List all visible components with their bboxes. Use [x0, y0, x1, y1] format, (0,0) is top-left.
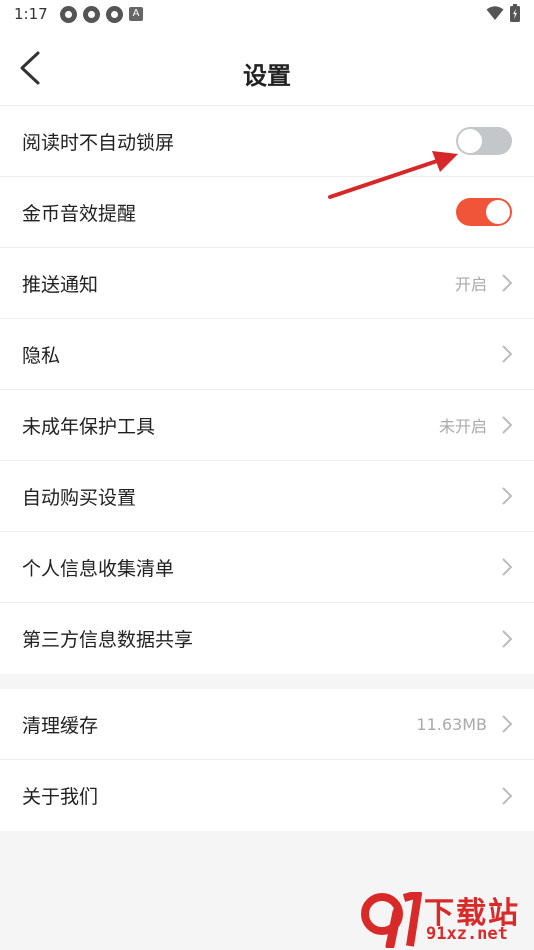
setting-row-third-party-sharing[interactable]: 第三方信息数据共享: [0, 603, 534, 674]
settings-group-main: 阅读时不自动锁屏 金币音效提醒 推送通知 开启 隐私 未成年保护工具 未开启 自…: [0, 106, 534, 674]
app-notification-icon: [60, 6, 77, 23]
chevron-right-icon: [502, 345, 513, 363]
setting-label: 第三方信息数据共享: [22, 629, 194, 651]
cache-size-value: 11.63MB: [416, 714, 487, 734]
chevron-right-icon: [502, 487, 513, 505]
page-title: 设置: [243, 62, 291, 90]
setting-row-personal-info-list[interactable]: 个人信息收集清单: [0, 532, 534, 603]
setting-label: 自动购买设置: [22, 486, 137, 509]
chevron-right-icon: [502, 274, 513, 292]
chevron-right-icon: [502, 715, 513, 733]
setting-value: 开启: [454, 275, 487, 294]
setting-row-minor-protection[interactable]: 未成年保护工具 未开启: [0, 390, 534, 461]
setting-label: 阅读时不自动锁屏: [22, 131, 175, 154]
wifi-icon: [486, 6, 504, 20]
chevron-right-icon: [502, 786, 513, 805]
watermark: 下载站 91xz.net: [360, 888, 530, 948]
setting-value: 未开启: [438, 417, 487, 436]
settings-group-secondary: 清理缓存 11.63MB 关于我们: [0, 689, 534, 831]
setting-row-clear-cache[interactable]: 清理缓存 11.63MB: [0, 689, 534, 760]
status-time: 1:17: [14, 5, 48, 23]
setting-row-no-auto-lock: 阅读时不自动锁屏: [0, 106, 534, 177]
app-notification-icon: [106, 6, 123, 23]
setting-label: 隐私: [22, 344, 61, 367]
setting-row-privacy[interactable]: 隐私: [0, 319, 534, 390]
chevron-right-icon: [502, 558, 513, 576]
toggle-knob: [486, 200, 510, 224]
toggle-knob: [458, 129, 482, 153]
setting-row-auto-purchase[interactable]: 自动购买设置: [0, 461, 534, 532]
letter-notification-icon: A: [129, 7, 143, 21]
chevron-right-icon: [502, 416, 513, 434]
header: 设置: [0, 28, 534, 106]
watermark-domain: 91xz.net: [426, 924, 508, 944]
coin-sound-toggle[interactable]: [456, 198, 512, 226]
setting-row-about-us[interactable]: 关于我们: [0, 760, 534, 831]
battery-icon: [510, 4, 520, 22]
setting-label: 个人信息收集清单: [22, 557, 175, 580]
setting-row-coin-sound: 金币音效提醒: [0, 177, 534, 248]
status-bar: 1:17 A: [0, 0, 534, 28]
setting-row-push-notifications[interactable]: 推送通知 开启: [0, 248, 534, 319]
chevron-right-icon: [502, 629, 513, 648]
setting-label: 未成年保护工具: [22, 415, 156, 438]
setting-label: 推送通知: [22, 273, 99, 296]
no-auto-lock-toggle[interactable]: [456, 127, 512, 155]
watermark-logo-icon: [361, 892, 422, 948]
notification-icons: A: [60, 6, 143, 23]
setting-label: 金币音效提醒: [22, 202, 137, 225]
app-notification-icon: [83, 6, 100, 23]
setting-label: 关于我们: [22, 786, 99, 808]
system-icons: [486, 4, 520, 22]
setting-label: 清理缓存: [22, 714, 99, 737]
